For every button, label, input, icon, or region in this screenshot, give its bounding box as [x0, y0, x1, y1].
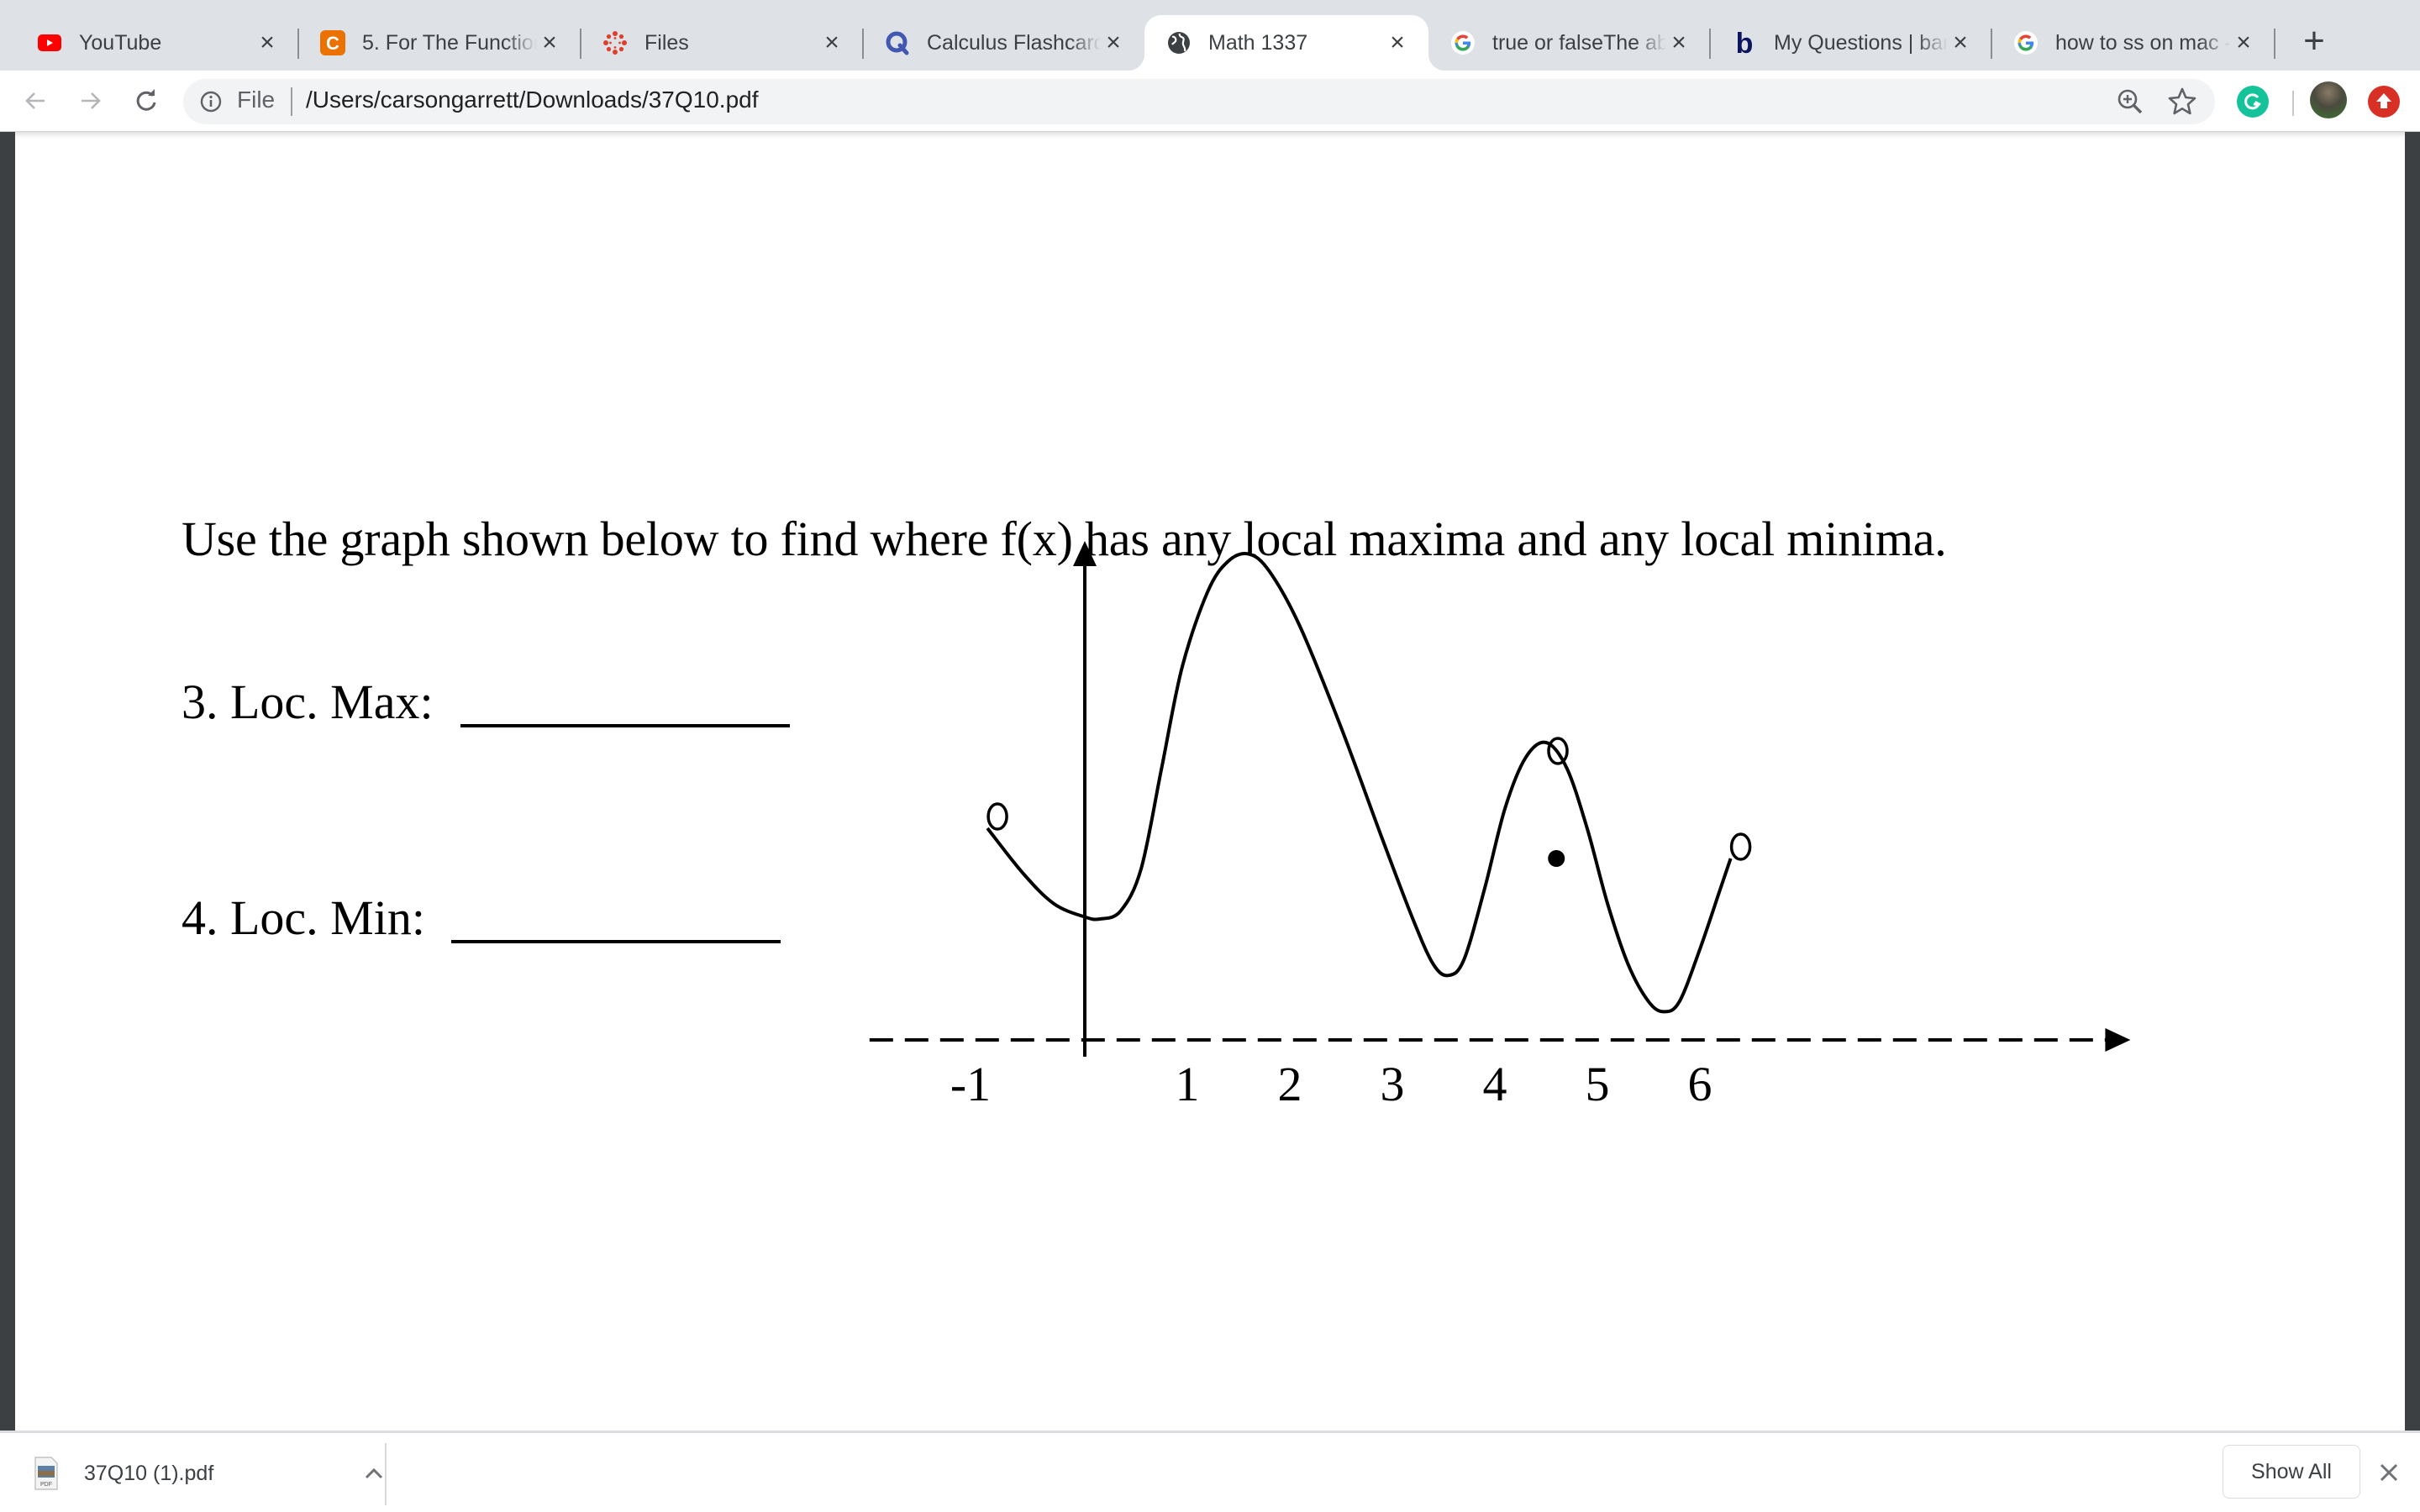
reload-icon — [136, 89, 156, 111]
tab-close-icon[interactable]: × — [1666, 30, 1691, 55]
bookmark-star-icon[interactable] — [2166, 86, 2198, 118]
x-tick-label: 3 — [1381, 1057, 1405, 1111]
function-curve — [986, 552, 1733, 1014]
tab-title: My Questions | bartleby — [1774, 30, 1948, 55]
x-tick-label: 2 — [1278, 1057, 1302, 1111]
tab-title: 5. For The Function — [362, 30, 537, 55]
toolbar-divider — [2292, 91, 2294, 116]
youtube-icon — [37, 30, 62, 55]
tab-title: true or falseThe above — [1492, 30, 1666, 55]
close-icon[interactable] — [2375, 1458, 2403, 1487]
tab-youtube[interactable]: YouTube × — [15, 15, 298, 71]
x-tick-label: 4 — [1483, 1057, 1507, 1111]
download-item[interactable]: PDF 37Q10 (1).pdf — [34, 1448, 387, 1499]
profile-avatar[interactable] — [2310, 81, 2347, 118]
update-button[interactable] — [2368, 86, 2400, 118]
tab-close-icon[interactable]: × — [255, 30, 280, 55]
svg-text:b: b — [1736, 29, 1754, 57]
filled-point-marker — [1548, 850, 1565, 867]
zoom-in-icon[interactable] — [2116, 87, 2144, 116]
tab-files[interactable]: Files × — [581, 15, 863, 71]
y-axis-arrow — [1073, 541, 1097, 566]
tab-quizlet[interactable]: Calculus Flashcards × — [863, 15, 1144, 71]
download-bar: PDF 37Q10 (1).pdf Show All — [0, 1431, 2420, 1512]
x-tick-label: 5 — [1586, 1057, 1610, 1111]
download-filename: 37Q10 (1).pdf — [84, 1461, 214, 1485]
tab-close-icon[interactable]: × — [1101, 30, 1126, 55]
tab-title: how to ss on mac - Google — [2055, 30, 2231, 55]
tab-strip: YouTube × C 5. For The Function × Files … — [0, 0, 2420, 71]
arrow-right-icon — [82, 92, 101, 109]
address-bar[interactable]: File /Users/carsongarrett/Downloads/37Q1… — [183, 79, 2215, 124]
x-tick-label: 1 — [1176, 1057, 1200, 1111]
tab-close-icon[interactable]: × — [1948, 30, 1973, 55]
tab-title: Files — [644, 30, 689, 55]
tab-close-icon[interactable]: × — [1385, 30, 1410, 55]
pdf-page: Use the graph shown below to find where … — [15, 132, 2405, 1431]
tab-close-icon[interactable]: × — [2231, 30, 2256, 55]
download-divider — [385, 1443, 387, 1505]
open-circle-marker — [1729, 832, 1752, 861]
arrow-left-icon — [25, 92, 45, 109]
scheme-label: File — [237, 87, 276, 113]
tab-title: Calculus Flashcards — [927, 30, 1101, 55]
tab-close-icon[interactable]: × — [819, 30, 844, 55]
globe-icon — [1166, 30, 1192, 55]
tab-close-icon[interactable]: × — [537, 30, 562, 55]
x-tick-label: -1 — [950, 1057, 991, 1111]
tab-title: Math 1337 — [1208, 30, 1308, 55]
tab-math-1337[interactable]: Math 1337 × — [1128, 15, 1445, 71]
pdf-viewer: Use the graph shown below to find where … — [0, 132, 2420, 1431]
svg-text:C: C — [326, 33, 339, 54]
pdf-file-icon: PDF — [34, 1457, 58, 1490]
canvas-icon — [602, 30, 628, 55]
google-icon — [2013, 30, 2039, 55]
new-tab-button[interactable]: + — [2296, 23, 2333, 60]
show-all-button[interactable]: Show All — [2223, 1445, 2360, 1499]
tab-chegg[interactable]: C 5. For The Function × — [298, 15, 581, 71]
bartleby-icon: b — [1732, 29, 1757, 57]
tab-title: YouTube — [79, 30, 162, 55]
grammarly-extension-icon[interactable] — [2237, 86, 2269, 118]
chevron-up-icon[interactable] — [361, 1461, 387, 1486]
tab-separator — [2274, 29, 2275, 59]
chegg-icon: C — [320, 30, 345, 55]
quizlet-icon — [885, 30, 910, 55]
url-text[interactable]: /Users/carsongarrett/Downloads/37Q10.pdf — [306, 87, 759, 113]
x-axis-arrow — [2105, 1028, 2131, 1052]
reload-button[interactable] — [124, 79, 168, 123]
function-graph: -1 1 2 3 4 5 6 — [869, 541, 2131, 1111]
tab-bartleby[interactable]: b My Questions | bartleby × — [1710, 15, 1991, 71]
info-icon[interactable] — [198, 89, 224, 114]
open-circle-marker — [986, 802, 1008, 831]
forward-button[interactable] — [69, 79, 113, 123]
address-divider — [291, 87, 292, 116]
svg-text:PDF: PDF — [40, 1482, 52, 1488]
x-tick-label: 6 — [1688, 1057, 1712, 1111]
tab-google-true-false[interactable]: true or falseThe above × — [1428, 15, 1710, 71]
google-icon — [1450, 30, 1476, 55]
back-button[interactable] — [13, 79, 57, 123]
toolbar: File /Users/carsongarrett/Downloads/37Q1… — [0, 71, 2420, 132]
tab-google-how-to-ss[interactable]: how to ss on mac - Google × — [1991, 15, 2275, 71]
arrow-up-icon — [2376, 93, 2391, 108]
